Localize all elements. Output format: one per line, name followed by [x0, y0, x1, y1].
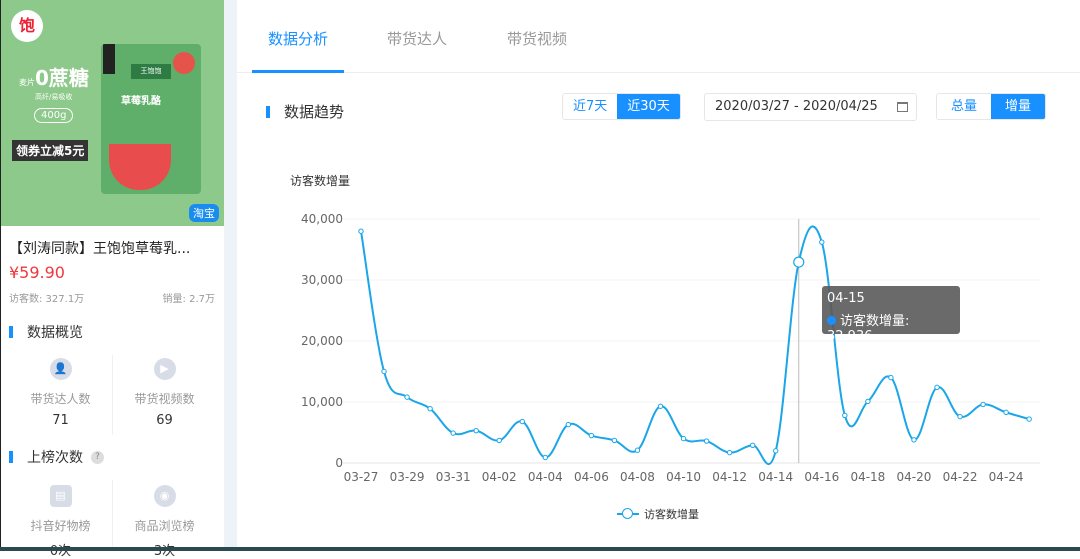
- data-point: [657, 403, 664, 409]
- tooltip-dot: [827, 316, 836, 325]
- y-tick-label: 40,000: [301, 212, 343, 226]
- series-line: [360, 225, 1030, 466]
- data-point: [865, 398, 871, 405]
- x-tick-label: 04-10: [666, 470, 701, 484]
- y-tick-label: 10,000: [301, 395, 343, 409]
- data-point: [611, 437, 618, 444]
- x-tick-label: 04-18: [850, 470, 885, 484]
- data-point: [450, 430, 456, 436]
- y-axis-title: 访客数增量: [290, 173, 350, 188]
- x-tick-label: 04-02: [482, 470, 517, 484]
- data-point: [542, 454, 549, 461]
- x-tick-label: 04-08: [620, 470, 655, 484]
- data-point: [793, 256, 805, 268]
- data-point: [842, 412, 848, 419]
- x-tick-label: 04-06: [574, 470, 609, 484]
- data-point: [957, 413, 963, 420]
- tooltip-date: 04-15: [827, 291, 865, 306]
- data-point: [519, 418, 525, 425]
- data-point: [888, 374, 894, 381]
- data-point: [934, 384, 940, 391]
- x-tick-label: 04-16: [804, 470, 839, 484]
- data-point: [1003, 409, 1009, 416]
- data-point: [773, 448, 779, 454]
- x-tick-label: 04-12: [712, 470, 747, 484]
- x-tick-label: 04-14: [758, 470, 793, 484]
- visitor-line-chart[interactable]: 访客数增量 0 10,000 20,000 30,000 40,000 03-27 03-29…: [0, 0, 1080, 551]
- data-point: [588, 432, 595, 439]
- data-point: [427, 406, 433, 412]
- x-tick-label: 03-29: [390, 470, 425, 484]
- tooltip-value: 访客数增量: 32,936: [827, 314, 910, 344]
- data-point: [404, 394, 410, 400]
- y-tick-label: 0: [335, 456, 343, 470]
- data-point: [819, 239, 825, 245]
- data-point: [473, 427, 479, 434]
- data-point: [358, 228, 364, 234]
- legend-marker: [617, 508, 639, 519]
- data-point: [726, 449, 733, 456]
- data-point: [749, 442, 756, 449]
- y-tick-label: 20,000: [301, 334, 343, 348]
- x-tick-label: 04-04: [528, 470, 563, 484]
- chart-legend[interactable]: 访客数增量: [617, 506, 699, 522]
- data-point: [703, 438, 710, 444]
- chart-tooltip: 04-15 访客数增量: 32,936: [822, 286, 960, 344]
- x-tick-label: 04-24: [989, 470, 1024, 484]
- data-point: [680, 435, 687, 442]
- data-point: [565, 421, 572, 428]
- data-point: [634, 447, 641, 453]
- data-point: [381, 368, 387, 375]
- x-tick-label: 04-20: [897, 470, 932, 484]
- data-point: [1026, 416, 1032, 422]
- x-tick-label: 04-22: [943, 470, 978, 484]
- x-tick-label: 03-27: [344, 470, 379, 484]
- data-point: [496, 437, 502, 444]
- y-tick-label: 30,000: [301, 273, 343, 287]
- legend-label: 访客数增量: [644, 508, 699, 521]
- x-tick-label: 03-31: [436, 470, 471, 484]
- data-point: [911, 437, 917, 443]
- data-point: [980, 401, 986, 408]
